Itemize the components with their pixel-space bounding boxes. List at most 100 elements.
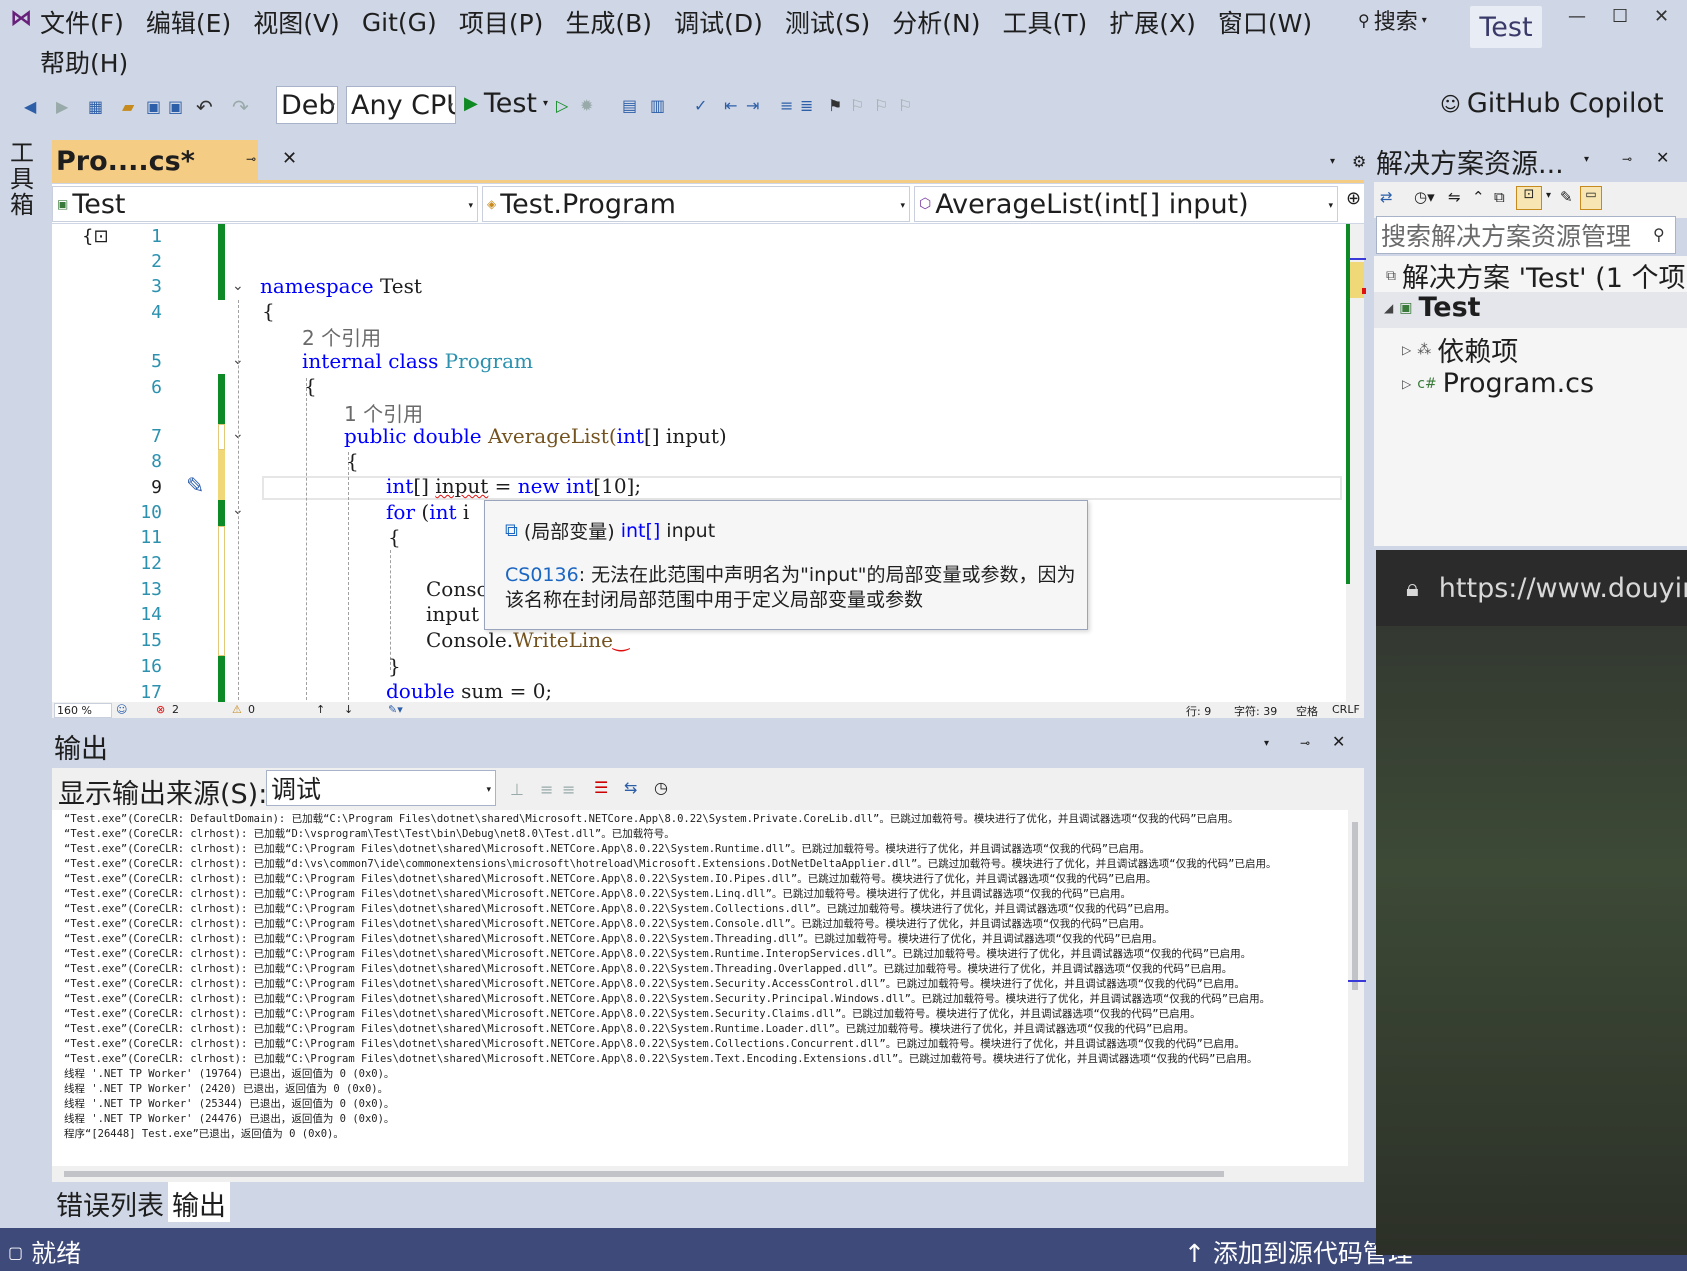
word-wrap-icon[interactable]: ⇆ [624, 778, 637, 797]
error-squiggle-input[interactable]: input [435, 474, 488, 498]
split-editor-icon[interactable]: ⊕ [1346, 188, 1361, 209]
menu-project[interactable]: 项目(P) [459, 4, 544, 40]
close-icon[interactable]: ✕ [1656, 148, 1669, 167]
scrollbar-thumb[interactable] [1352, 822, 1358, 990]
line-indicator[interactable]: 行: 9 [1186, 703, 1211, 719]
type-dropdown[interactable]: ◈ Test.Program ▾ [482, 186, 910, 222]
codelens-references[interactable]: 2 个引用 [302, 322, 381, 351]
chevron-down-icon[interactable]: ▾ [1584, 154, 1589, 165]
next-message-icon[interactable]: ≡ [562, 780, 575, 799]
menu-window[interactable]: 窗口(W) [1218, 4, 1312, 40]
new-project-icon[interactable]: ▦ [88, 97, 103, 116]
pin-icon[interactable]: ⊸ [246, 152, 256, 166]
open-folder-icon[interactable]: ▰ [122, 97, 134, 116]
menu-tools[interactable]: 工具(T) [1002, 4, 1087, 40]
chevron-right-icon[interactable]: ▷ [1402, 343, 1411, 357]
forward-icon[interactable]: ▶ [56, 97, 68, 116]
expanded-icon[interactable]: ◢ [1384, 301, 1393, 315]
switch-views-icon[interactable]: ⇋ [1448, 188, 1461, 206]
redo-icon[interactable]: ↷ [232, 95, 249, 119]
close-icon[interactable]: ✕ [1332, 732, 1345, 751]
cleanup-icon[interactable]: ✎▾ [388, 703, 403, 716]
scrollbar-thumb[interactable] [64, 1171, 1224, 1177]
tab-overflow-icon[interactable]: ▾ [1330, 156, 1335, 167]
output-horizontal-scrollbar[interactable] [52, 1166, 1348, 1182]
hot-reload-icon[interactable]: ✹ [580, 96, 593, 115]
code-editor[interactable] [52, 224, 1348, 702]
platform-select[interactable]: Any CPU ▾ [346, 86, 456, 124]
document-tab-program-cs[interactable]: Pro....cs* ⊸ ✕ [52, 140, 297, 182]
browse-icon[interactable]: ▤ [622, 96, 637, 115]
project-dropdown[interactable]: ▣ Test ▾ [52, 186, 478, 222]
preview-icon[interactable]: ▭ [1580, 186, 1602, 210]
back-icon[interactable]: ◀ [24, 97, 36, 116]
chevron-down-icon[interactable]: ▾ [1264, 738, 1269, 749]
tab-output[interactable]: 输出 [168, 1182, 230, 1222]
whitespace-indicator[interactable]: 空格 [1296, 703, 1318, 719]
prev-bookmark-icon[interactable]: ⚐ [850, 96, 864, 115]
track-active-icon[interactable]: ⊡ [1516, 186, 1542, 210]
quick-actions-icon[interactable]: {⊡ [82, 226, 109, 247]
menu-git[interactable]: Git(G) [362, 8, 437, 37]
next-issue-icon[interactable]: ↓ [344, 703, 353, 716]
output-text-area[interactable]: “Test.exe”(CoreCLR: DefaultDomain): 已加载“… [52, 810, 1348, 1174]
menu-edit[interactable]: 编辑(E) [146, 4, 231, 40]
char-indicator[interactable]: 字符: 39 [1234, 703, 1277, 719]
chevron-down-icon[interactable]: ▾ [1546, 190, 1551, 201]
pin-icon[interactable]: ⊸ [1622, 152, 1632, 166]
output-source-select[interactable]: 调试 ▾ [266, 770, 496, 806]
collapse-icon[interactable]: ⌄ [232, 278, 244, 294]
error-count[interactable]: 2 [172, 703, 179, 716]
menu-help[interactable]: 帮助(H) [40, 44, 128, 80]
maximize-icon[interactable]: ☐ [1612, 6, 1628, 27]
output-vertical-scrollbar[interactable] [1348, 810, 1364, 1182]
solution-explorer-search[interactable]: 搜索解决方案资源管理 ⚲ [1376, 216, 1676, 254]
configuration-select[interactable]: Debug ▾ [276, 86, 338, 124]
pin-icon[interactable]: ⊸ [1300, 736, 1310, 750]
error-code-link[interactable]: CS0136 [505, 564, 579, 586]
search-button[interactable]: ⚲ 搜索 ▾ [1358, 4, 1427, 36]
browser-window-overlay[interactable] [1376, 550, 1687, 1255]
comment-icon[interactable]: ≡ [780, 96, 793, 115]
tree-item-program-cs[interactable]: ▷ c# Program.cs [1402, 368, 1594, 399]
outdent-icon[interactable]: ⇥ [746, 96, 759, 115]
copy-icon[interactable]: ⧉ [1494, 188, 1505, 206]
wrench-icon[interactable]: ✎ [1560, 188, 1573, 206]
history-icon[interactable]: ◷▾ [1414, 188, 1435, 206]
warning-count[interactable]: 0 [248, 703, 255, 716]
menu-view[interactable]: 视图(V) [253, 4, 340, 40]
gear-icon[interactable]: ⚙ [1352, 152, 1366, 171]
tab-error-list[interactable]: 错误列表 [52, 1182, 168, 1222]
menu-debug[interactable]: 调试(D) [674, 4, 763, 40]
menu-extensions[interactable]: 扩展(X) [1109, 4, 1196, 40]
screwdriver-icon[interactable]: ✎ [186, 474, 204, 499]
github-copilot-button[interactable]: ☺ GitHub Copilot [1440, 88, 1664, 119]
save-all-icon[interactable]: ▣ [168, 97, 183, 116]
tree-item-project[interactable]: ◢ ▣ Test [1384, 292, 1481, 323]
start-without-debugging-icon[interactable]: ▷ [556, 96, 568, 115]
bookmark-icon[interactable]: ⚑ [828, 96, 842, 115]
clear-all-icon[interactable]: ☰ [594, 778, 608, 797]
start-debugging-button[interactable]: ▶ Test ▾ [464, 88, 548, 119]
zoom-select[interactable]: 160 % [54, 703, 112, 718]
undo-icon[interactable]: ↶ [196, 95, 213, 119]
chevron-right-icon[interactable]: ▷ [1402, 377, 1411, 391]
next-bookmark-icon[interactable]: ⚐ [874, 96, 888, 115]
codelens-references[interactable]: 1 个引用 [344, 398, 423, 427]
menu-file[interactable]: 文件(F) [40, 4, 124, 40]
menu-analyze[interactable]: 分析(N) [892, 4, 980, 40]
member-dropdown[interactable]: ⬡ AverageList(int[] input) ▾ [914, 186, 1338, 222]
collapse-all-icon[interactable]: ⌃ [1472, 188, 1485, 206]
copilot-status-icon[interactable]: ☺ [116, 703, 127, 716]
previous-issue-icon[interactable]: ↑ [316, 703, 325, 716]
spell-check-icon[interactable]: ✓ [694, 96, 707, 115]
menu-build[interactable]: 生成(B) [565, 4, 652, 40]
find-message-icon[interactable]: ⊥ [510, 780, 524, 799]
close-window-icon[interactable]: ✕ [1654, 6, 1669, 27]
uncomment-icon[interactable]: ≣ [800, 96, 813, 115]
window-layout-icon[interactable]: ▥ [650, 96, 665, 115]
menu-test[interactable]: 测试(S) [785, 4, 870, 40]
line-ending-indicator[interactable]: CRLF [1332, 703, 1360, 716]
clock-icon[interactable]: ◷ [654, 778, 668, 797]
browser-address-bar[interactable]: 🔒︎ https://www.douyin [1376, 550, 1687, 626]
